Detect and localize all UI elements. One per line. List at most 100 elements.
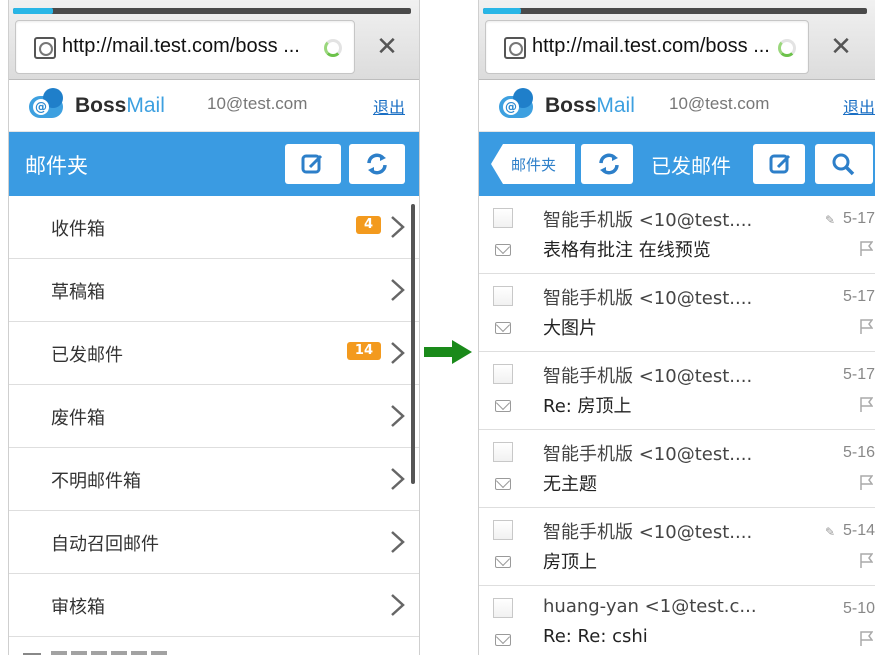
mail-sender: 智能手机版 <10@test.... bbox=[543, 444, 753, 465]
folder-item-unknown[interactable]: 不明邮件箱 bbox=[9, 448, 419, 511]
url-text[interactable]: http://mail.test.com/boss ... bbox=[62, 35, 300, 58]
mail-sender: 智能手机版 <10@test.... bbox=[543, 522, 753, 543]
envelope-icon bbox=[495, 478, 511, 490]
refresh-button[interactable] bbox=[581, 144, 633, 184]
mail-sender: 智能手机版 <10@test.... bbox=[543, 366, 753, 387]
mail-item[interactable]: huang-yan <1@test.c... Re: Re: cshi 5-10 bbox=[479, 586, 875, 655]
cut-off-label bbox=[51, 651, 171, 655]
bossmail-logo-icon: @ bbox=[23, 88, 73, 120]
mail-item[interactable]: 智能手机版 <10@test.... 大图片 5-17 bbox=[479, 274, 875, 352]
mail-toolbar: 邮件夹 已发邮件 bbox=[479, 132, 875, 196]
chevron-right-icon bbox=[391, 468, 405, 490]
search-button[interactable] bbox=[815, 144, 873, 184]
account-email: 10@test.com bbox=[207, 94, 308, 113]
folder-name: 已发邮件 bbox=[51, 345, 123, 366]
mail-date: 5-16 bbox=[842, 444, 875, 461]
url-text[interactable]: http://mail.test.com/boss ... bbox=[532, 35, 770, 58]
logout-link[interactable]: 退出 bbox=[843, 94, 875, 118]
flag-icon[interactable] bbox=[859, 630, 873, 646]
compose-button[interactable] bbox=[753, 144, 805, 184]
folder-item-recalled[interactable]: 自动召回邮件 bbox=[9, 511, 419, 574]
select-checkbox[interactable] bbox=[493, 520, 513, 540]
refresh-button[interactable] bbox=[349, 144, 405, 184]
unread-count-badge: 14 bbox=[346, 342, 381, 360]
mail-date: 5-10 bbox=[842, 600, 875, 617]
folder-item-trash[interactable]: 废件箱 bbox=[9, 385, 419, 448]
transition-arrow-icon bbox=[424, 340, 472, 364]
flag-icon[interactable] bbox=[859, 240, 873, 256]
select-checkbox[interactable] bbox=[493, 598, 513, 618]
sent-mail-screen: http://mail.test.com/boss ... ✕ @ BossMa… bbox=[478, 0, 875, 655]
select-checkbox[interactable] bbox=[493, 286, 513, 306]
close-tab-button[interactable]: ✕ bbox=[361, 24, 413, 70]
mail-list: 智能手机版 <10@test.... 表格有批注 在线预览 ✎ 5-17 智能手… bbox=[479, 196, 875, 655]
flag-icon[interactable] bbox=[859, 474, 873, 490]
mail-date: 5-17 bbox=[842, 366, 875, 383]
folder-item-sent[interactable]: 已发邮件 14 bbox=[9, 322, 419, 385]
select-checkbox[interactable] bbox=[493, 364, 513, 384]
mail-item[interactable]: 智能手机版 <10@test.... 无主题 5-16 bbox=[479, 430, 875, 508]
folder-list: 收件箱 4 草稿箱 已发邮件 14 废件箱 不明邮件箱 自动召回邮件 审核箱 bbox=[9, 196, 419, 655]
back-to-folders-button[interactable]: 邮件夹 bbox=[491, 144, 575, 184]
brand-name: BossMail bbox=[75, 94, 165, 117]
load-progress-bar bbox=[13, 8, 411, 14]
flag-icon[interactable] bbox=[859, 396, 873, 412]
flag-icon[interactable] bbox=[859, 318, 873, 334]
app-header: @ BossMail 10@test.com 退出 bbox=[9, 80, 419, 132]
chevron-right-icon bbox=[391, 216, 405, 238]
loading-spinner-icon bbox=[778, 39, 796, 57]
mail-date: 5-17 bbox=[842, 288, 875, 305]
chevron-right-icon bbox=[391, 531, 405, 553]
mail-date: 5-14 bbox=[842, 522, 875, 539]
select-checkbox[interactable] bbox=[493, 208, 513, 228]
compose-button[interactable] bbox=[285, 144, 341, 184]
mail-sender: 智能手机版 <10@test.... bbox=[543, 210, 753, 231]
attachment-icon: ✎ bbox=[824, 525, 835, 539]
folder-name: 不明邮件箱 bbox=[51, 471, 141, 492]
logout-link[interactable]: 退出 bbox=[373, 94, 405, 118]
app-header: @ BossMail 10@test.com 退出 bbox=[479, 80, 875, 132]
envelope-icon bbox=[495, 400, 511, 412]
folder-item-partial[interactable] bbox=[9, 637, 419, 655]
chevron-right-icon bbox=[391, 405, 405, 427]
refresh-icon bbox=[599, 153, 619, 175]
envelope-icon bbox=[495, 634, 511, 646]
mail-sender: huang-yan <1@test.c... bbox=[543, 596, 757, 617]
folder-toolbar: 邮件夹 bbox=[9, 132, 419, 196]
folder-item-inbox[interactable]: 收件箱 4 bbox=[9, 196, 419, 259]
url-bar[interactable]: http://mail.test.com/boss ... bbox=[15, 20, 355, 74]
page-icon bbox=[504, 37, 526, 59]
chevron-right-icon bbox=[391, 279, 405, 301]
folder-name: 收件箱 bbox=[51, 219, 105, 240]
load-progress-fill bbox=[483, 8, 522, 14]
page-title: 已发邮件 bbox=[651, 154, 731, 178]
mail-item[interactable]: 智能手机版 <10@test.... 房顶上 ✎ 5-14 bbox=[479, 508, 875, 586]
folder-item-drafts[interactable]: 草稿箱 bbox=[9, 259, 419, 322]
flag-icon[interactable] bbox=[859, 552, 873, 568]
folder-name: 审核箱 bbox=[51, 597, 105, 618]
bossmail-logo-icon: @ bbox=[493, 88, 543, 120]
load-progress-bar bbox=[483, 8, 867, 14]
envelope-icon bbox=[495, 322, 511, 334]
mail-sender: 智能手机版 <10@test.... bbox=[543, 288, 753, 309]
url-bar[interactable]: http://mail.test.com/boss ... bbox=[485, 20, 809, 74]
close-tab-button[interactable]: ✕ bbox=[815, 24, 867, 70]
mail-date: 5-17 bbox=[842, 210, 875, 227]
scrollbar[interactable] bbox=[411, 204, 415, 484]
account-email: 10@test.com bbox=[669, 94, 770, 113]
mail-subject: Re: Re: cshi bbox=[543, 626, 648, 647]
select-checkbox[interactable] bbox=[493, 442, 513, 462]
browser-tabstrip: http://mail.test.com/boss ... ✕ bbox=[479, 0, 875, 80]
mail-subject: Re: 房顶上 bbox=[543, 396, 632, 417]
envelope-icon bbox=[495, 556, 511, 568]
page-icon bbox=[34, 37, 56, 59]
attachment-icon: ✎ bbox=[824, 213, 835, 227]
mail-item[interactable]: 智能手机版 <10@test.... 表格有批注 在线预览 ✎ 5-17 bbox=[479, 196, 875, 274]
folder-item-review[interactable]: 审核箱 bbox=[9, 574, 419, 637]
mail-subject: 表格有批注 在线预览 bbox=[543, 240, 711, 261]
mail-item[interactable]: 智能手机版 <10@test.... Re: 房顶上 5-17 bbox=[479, 352, 875, 430]
chevron-right-icon bbox=[391, 342, 405, 364]
unread-count-badge: 4 bbox=[355, 216, 381, 234]
mail-subject: 大图片 bbox=[543, 318, 597, 339]
compose-icon bbox=[769, 154, 791, 174]
